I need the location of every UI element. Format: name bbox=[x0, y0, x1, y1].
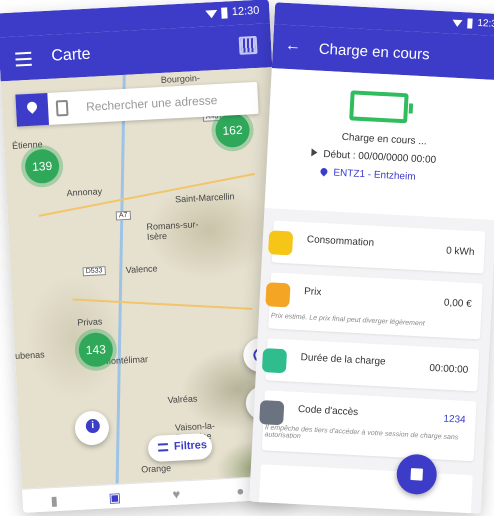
town-label: Valréas bbox=[167, 393, 198, 406]
play-icon bbox=[311, 148, 318, 157]
town-label: Romans-sur-Isère bbox=[146, 219, 199, 242]
consumption-label: Consommation bbox=[306, 234, 375, 249]
access-code-note: Il empêche des tiers d'accéder à votre s… bbox=[264, 424, 459, 442]
consumption-graph bbox=[258, 464, 473, 514]
money-icon bbox=[265, 282, 291, 308]
access-code-card: Code d'accès 1234 Il empêche des tiers d… bbox=[259, 390, 477, 462]
price-note: Prix estimé. Le prix final peut diverger… bbox=[270, 312, 425, 328]
charge-summary: Charge en cours ... Début : 00/00/0000 0… bbox=[264, 68, 494, 221]
station-name: ENTZ1 - Entzheim bbox=[319, 166, 416, 183]
battery-status-icon bbox=[221, 7, 228, 19]
price-card: Prix 0,00 € Prix estimé. Le prix final p… bbox=[265, 272, 483, 340]
start-time: Début : 00/00/0000 00:00 bbox=[311, 148, 436, 166]
charge-status: Charge en cours ... bbox=[341, 131, 427, 148]
price-label: Prix bbox=[303, 286, 322, 299]
filters-label: Filtres bbox=[173, 439, 208, 453]
signal-icon bbox=[205, 9, 218, 19]
charger-icon[interactable] bbox=[55, 99, 69, 117]
town-label: Valence bbox=[125, 263, 158, 276]
clock-icon bbox=[261, 348, 288, 374]
map-screen: 12:30 Carte Bourgoin- Étienne Annonay Sa… bbox=[0, 0, 295, 513]
back-arrow-icon[interactable]: ← bbox=[285, 37, 302, 56]
town-label: Saint-Marcellin bbox=[174, 191, 235, 205]
charge-screen: 12:30 ← Charge en cours Charge en cours … bbox=[249, 2, 494, 514]
road-tag: D533 bbox=[82, 266, 106, 277]
status-time: 12:30 bbox=[477, 17, 494, 31]
town-label: Privas bbox=[77, 316, 103, 328]
info-button[interactable] bbox=[74, 410, 110, 446]
menu-icon[interactable] bbox=[15, 51, 32, 71]
favorites-icon[interactable]: ♥ bbox=[172, 487, 180, 502]
duration-label: Durée de la charge bbox=[300, 352, 386, 368]
duration-value: 00:00:00 bbox=[429, 362, 469, 376]
lock-icon bbox=[259, 400, 285, 426]
road-tag: A7 bbox=[115, 210, 131, 221]
filters-button[interactable]: Filtres bbox=[147, 432, 213, 463]
filter-icon bbox=[157, 443, 169, 452]
location-pin-icon[interactable] bbox=[15, 92, 50, 127]
town-label: ubenas bbox=[14, 349, 45, 361]
station-cluster[interactable]: 162 bbox=[214, 112, 251, 149]
duration-card: Durée de la charge 00:00:00 bbox=[261, 338, 480, 392]
location-pin-icon bbox=[319, 166, 329, 177]
road bbox=[72, 298, 253, 310]
price-value: 0,00 € bbox=[443, 297, 472, 310]
map-view[interactable]: Bourgoin- Étienne Annonay Saint-Marcelli… bbox=[0, 67, 294, 489]
town-label: Bourgoin- bbox=[160, 72, 201, 85]
station-cluster[interactable]: 139 bbox=[24, 148, 61, 185]
status-time: 12:30 bbox=[231, 4, 260, 19]
access-code-value: 1234 bbox=[443, 413, 466, 426]
search-input[interactable]: Rechercher une adresse bbox=[86, 93, 218, 114]
qr-code-icon[interactable] bbox=[238, 35, 258, 55]
map-icon[interactable]: ▣ bbox=[108, 490, 121, 507]
lightning-icon bbox=[268, 230, 294, 256]
page-title: Carte bbox=[50, 45, 91, 65]
access-code-label: Code d'accès bbox=[297, 404, 359, 419]
battery-icon bbox=[349, 90, 409, 124]
battery-status-icon bbox=[467, 18, 473, 29]
signal-icon bbox=[452, 19, 463, 28]
stats-icon[interactable]: ▮ bbox=[50, 493, 58, 509]
consumption-value: 0 kWh bbox=[445, 245, 475, 259]
consumption-card: Consommation 0 kWh bbox=[268, 220, 486, 274]
town-label: Orange bbox=[140, 462, 172, 475]
river bbox=[115, 74, 126, 484]
page-title: Charge en cours bbox=[318, 40, 431, 64]
town-label: Annonay bbox=[66, 186, 103, 199]
profile-icon[interactable]: ● bbox=[236, 483, 245, 498]
